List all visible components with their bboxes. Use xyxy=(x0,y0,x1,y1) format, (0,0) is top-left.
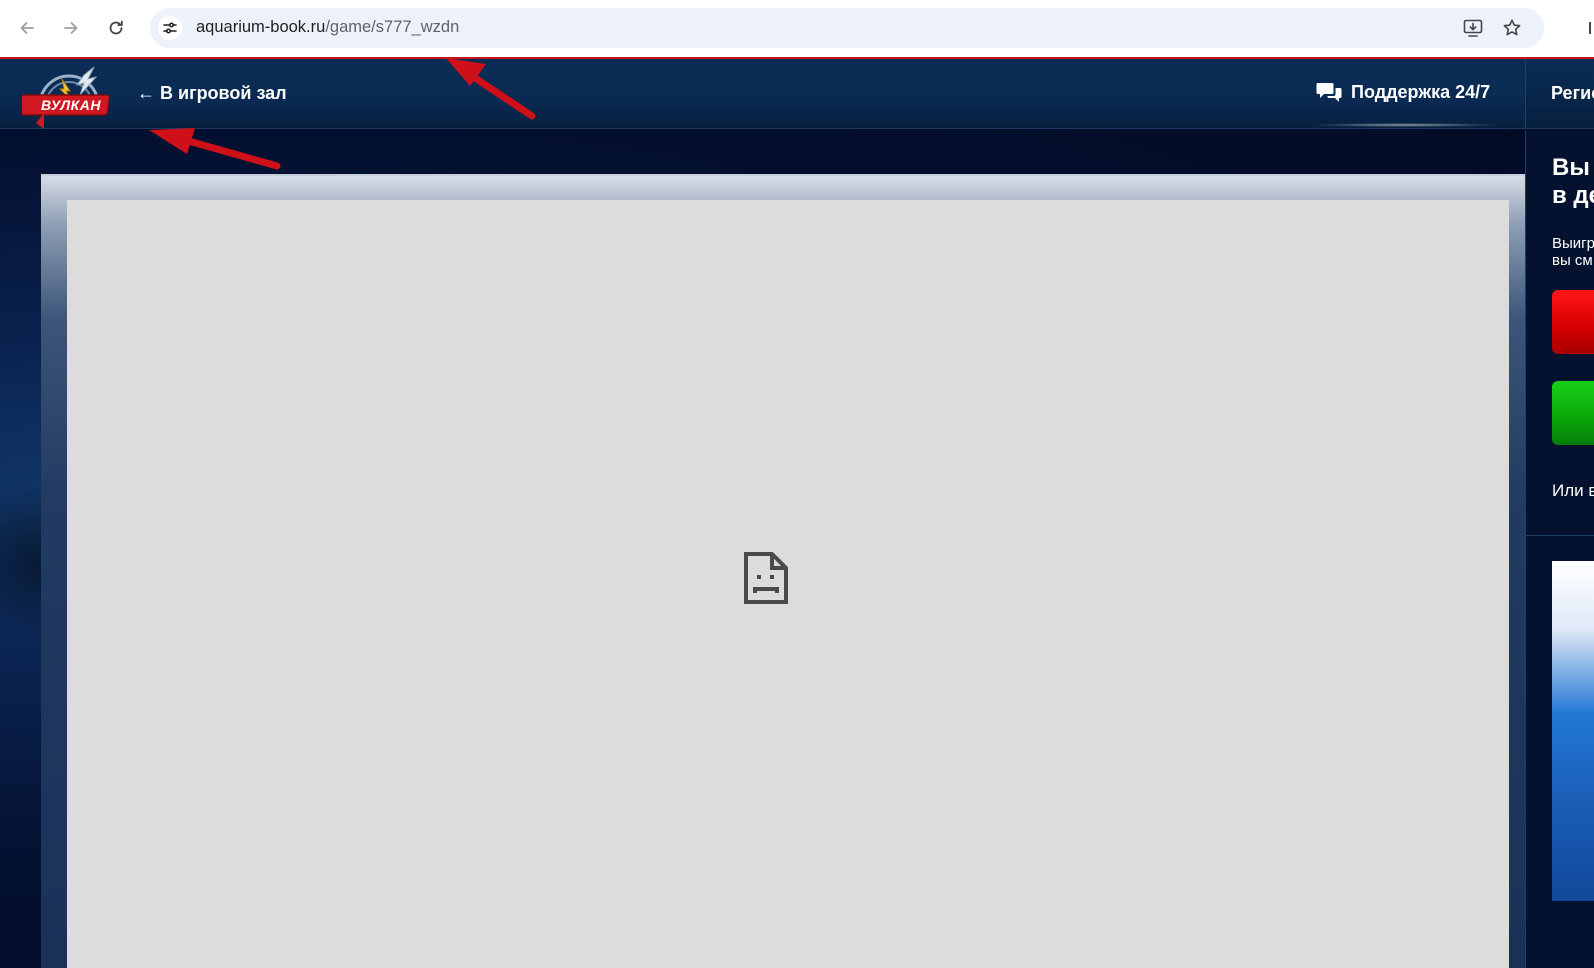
browser-toolbar: aquarium-book.ru/game/s777_wzdn xyxy=(0,0,1594,58)
sidebar-red-button[interactable] xyxy=(1552,290,1594,354)
url-text[interactable]: aquarium-book.ru/game/s777_wzdn xyxy=(196,18,459,37)
sidebar-title-line1: Вы xyxy=(1552,154,1590,181)
support-label: Поддержка 24/7 xyxy=(1351,81,1491,102)
install-app-icon[interactable] xyxy=(1462,17,1484,39)
sidebar-divider xyxy=(1526,535,1594,536)
star-icon[interactable] xyxy=(1501,17,1523,39)
logo-text: ВУЛКАН xyxy=(41,97,101,113)
sidebar-title: Вы в де xyxy=(1552,154,1594,210)
forward-button[interactable] xyxy=(56,13,86,43)
right-sidebar: Вы в де Выигр вы см Или в xyxy=(1525,130,1594,968)
back-to-lobby-link[interactable]: ← В игровой зал xyxy=(137,83,287,104)
sidebar-header: Регистрация xyxy=(1525,59,1594,129)
arrow-right-icon xyxy=(64,22,78,34)
sidebar-text-line2: вы см xyxy=(1552,252,1593,269)
arrow-left-icon xyxy=(20,22,34,34)
sidebar-text-line1: Выигр xyxy=(1552,235,1594,252)
sidebar-title-line2: в де xyxy=(1552,182,1594,209)
url-path: /game/s777_wzdn xyxy=(325,18,460,36)
sidebar-description: Выигр вы см xyxy=(1552,235,1594,269)
support-underline-glow xyxy=(1310,123,1500,127)
chat-bubbles-icon xyxy=(1316,83,1342,102)
reload-icon xyxy=(109,20,123,35)
extensions-edge-icon[interactable] xyxy=(1588,20,1594,36)
support-link[interactable]: Поддержка 24/7 xyxy=(1316,81,1490,103)
sidebar-promo-banner[interactable] xyxy=(1552,561,1594,901)
reload-button[interactable] xyxy=(101,13,131,43)
url-host: aquarium-book.ru xyxy=(196,18,326,36)
sidebar-or-text: Или в xyxy=(1552,481,1594,500)
back-button[interactable] xyxy=(12,13,42,43)
tune-icon[interactable] xyxy=(158,16,182,40)
vulkan-logo[interactable]: ВУЛКАН xyxy=(16,65,116,131)
sad-file-icon xyxy=(744,552,788,604)
register-link[interactable]: Регистрация xyxy=(1551,83,1594,104)
site-header: ВУЛКАН ← В игровой зал Поддержка 24/7 xyxy=(0,59,1525,129)
sidebar-green-button[interactable] xyxy=(1552,381,1594,445)
address-bar[interactable]: aquarium-book.ru/game/s777_wzdn xyxy=(150,8,1544,48)
